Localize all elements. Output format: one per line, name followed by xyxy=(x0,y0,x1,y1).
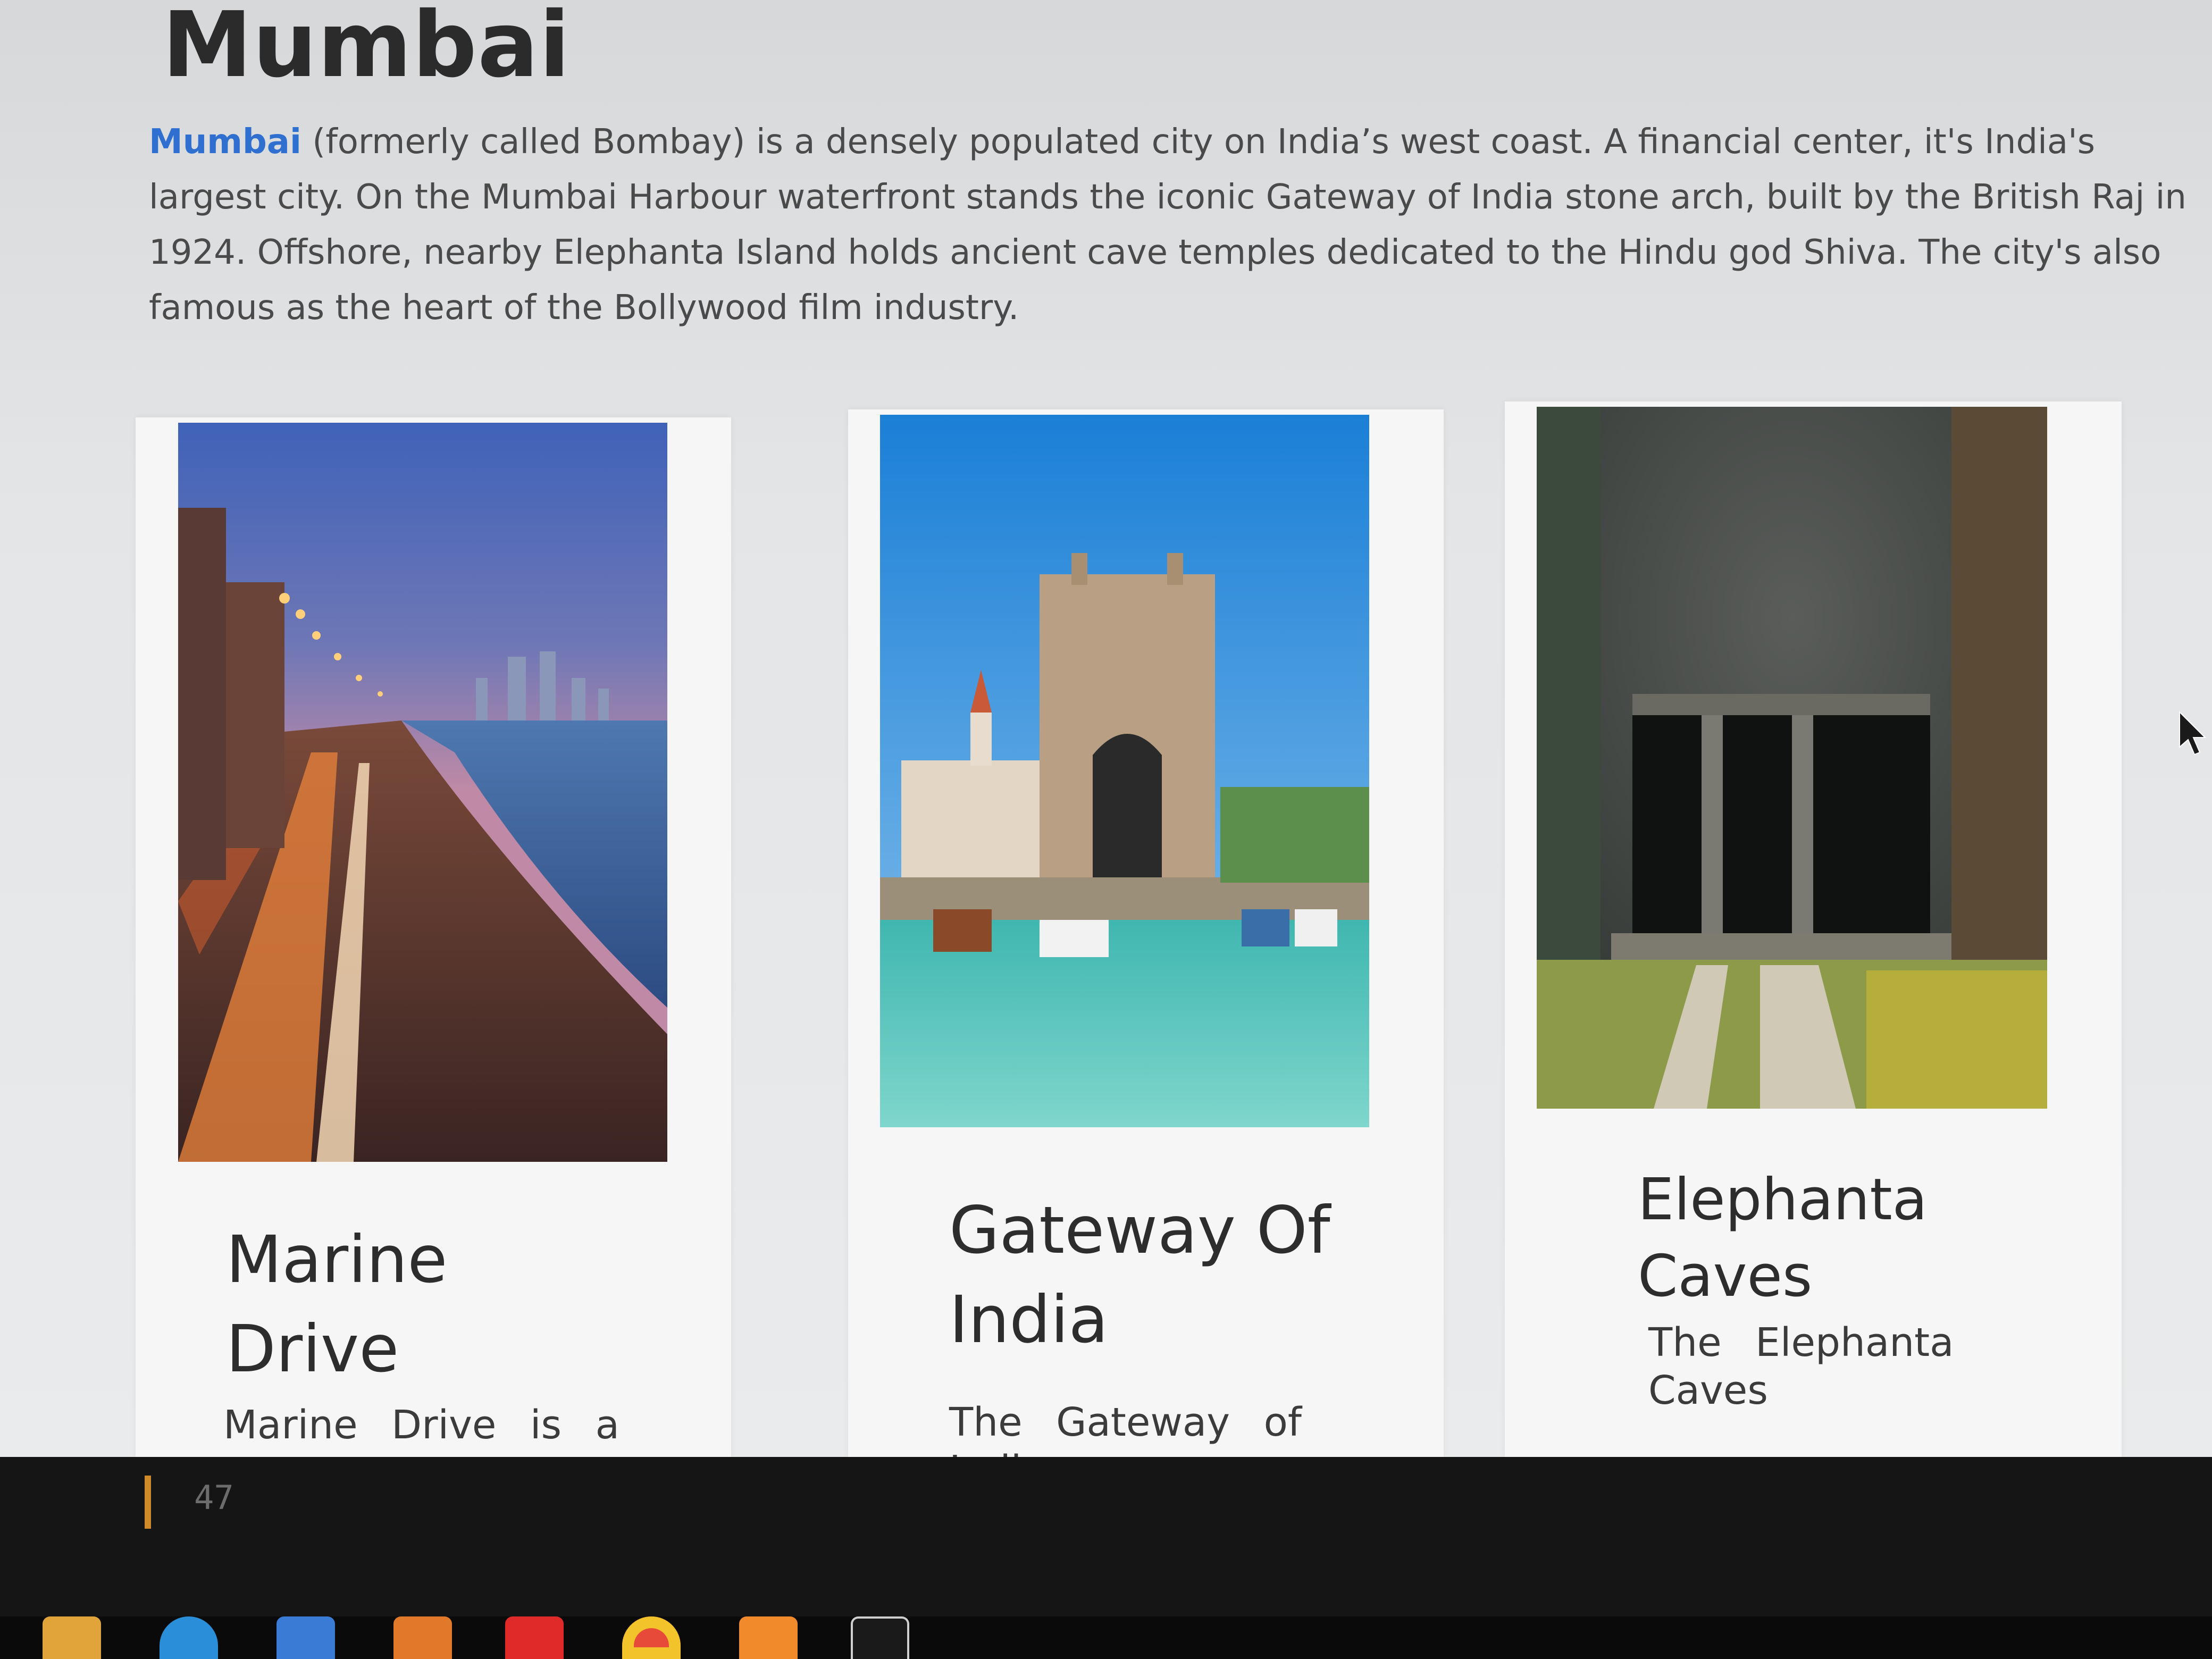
intro-text: (formerly called Bombay) is a densely po… xyxy=(149,122,2186,328)
page-title: Mumbai xyxy=(162,0,571,98)
elephanta-caves-image xyxy=(1537,407,2047,1109)
marine-drive-image xyxy=(178,423,667,1162)
card-text: The Elephanta Caves xyxy=(1648,1320,1954,1413)
card-title: Elephanta Caves xyxy=(1638,1167,1928,1310)
mumbai-link[interactable]: Mumbai xyxy=(149,122,301,162)
card-title: Gateway Of India xyxy=(949,1193,1330,1358)
card-elephanta-caves[interactable]: Elephanta Caves The Elephanta Caves xyxy=(1505,401,2122,1457)
youtube-icon[interactable] xyxy=(505,1616,564,1659)
gateway-of-india-image xyxy=(880,415,1369,1127)
terminal-icon[interactable] xyxy=(851,1616,909,1659)
card-text: The Gateway of India xyxy=(949,1400,1302,1457)
mouse-cursor-icon xyxy=(2179,710,2207,756)
editor-panel: 47 xyxy=(0,1457,2212,1616)
line-number: 47 xyxy=(194,1478,234,1517)
gutter-marker xyxy=(145,1476,151,1529)
browser-page: Mumbai Mumbai (formerly called Bombay) i… xyxy=(0,0,2212,1457)
folder-icon[interactable] xyxy=(43,1616,101,1659)
store-icon[interactable] xyxy=(276,1616,335,1659)
intro-paragraph: Mumbai (formerly called Bombay) is a den… xyxy=(149,114,2191,336)
card-text: Marine Drive is a 3 xyxy=(223,1402,619,1457)
app-icon[interactable] xyxy=(393,1616,452,1659)
card-title: Marine Drive xyxy=(226,1222,448,1387)
card-marine-drive[interactable]: Marine Drive Marine Drive is a 3 xyxy=(136,417,731,1457)
sublime-text-icon[interactable] xyxy=(739,1616,798,1659)
card-gateway-of-india[interactable]: Gateway Of India The Gateway of India xyxy=(848,409,1444,1457)
